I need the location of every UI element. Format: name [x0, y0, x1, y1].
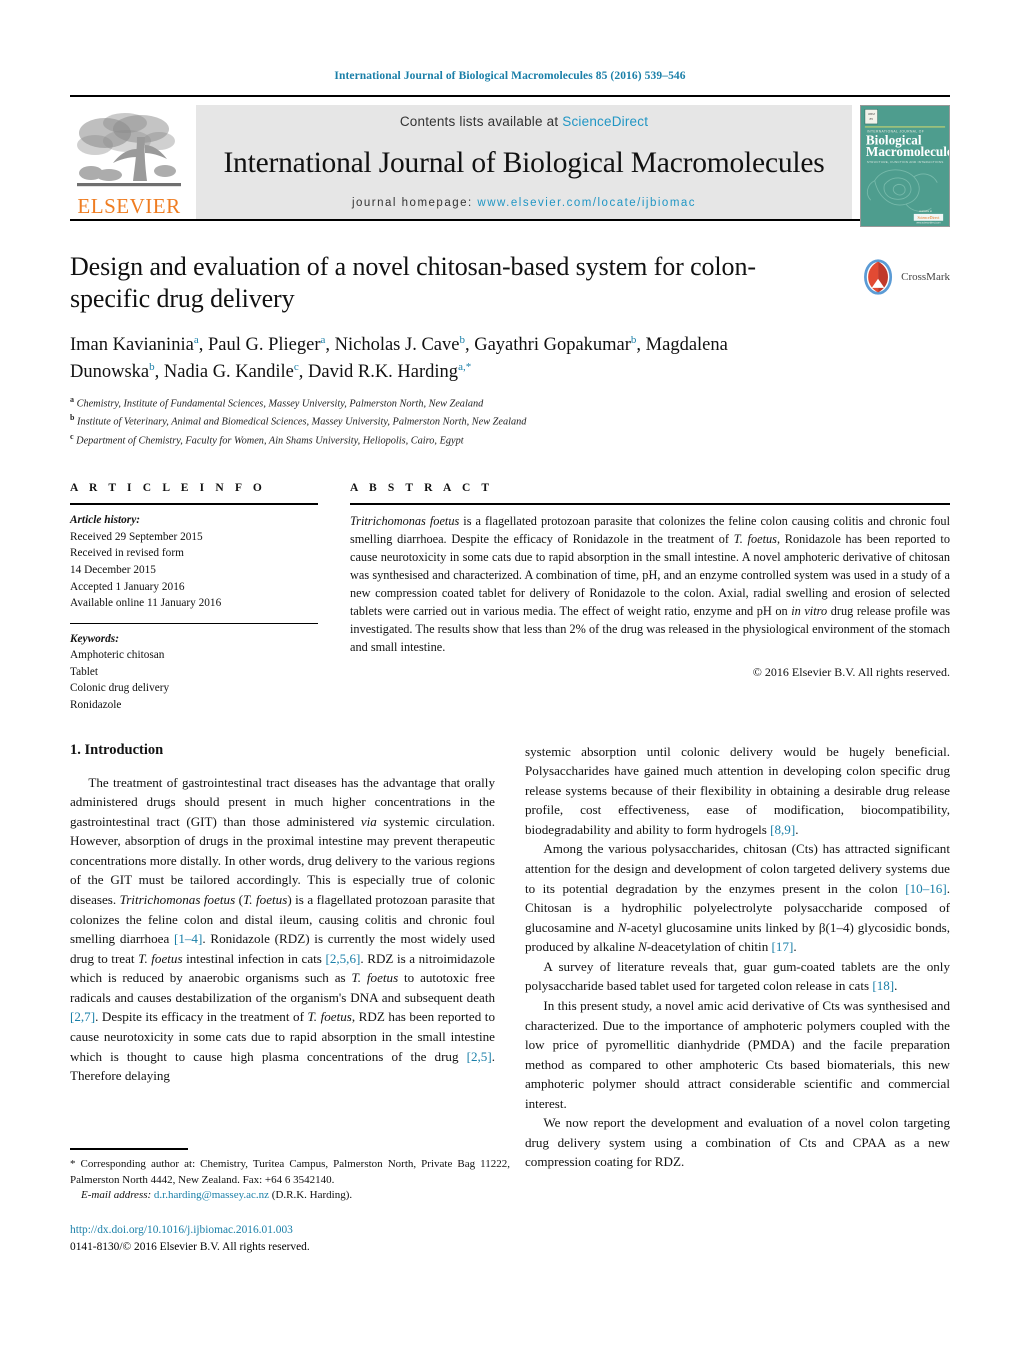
keyword-item: Tablet — [70, 665, 99, 678]
page-title: Design and evaluation of a novel chitosa… — [70, 252, 756, 314]
footnote-text: * Corresponding author at: Chemistry, Tu… — [70, 1157, 510, 1204]
svg-text:Macromolecules: Macromolecules — [866, 144, 949, 159]
paragraph: We now report the development and evalua… — [525, 1115, 950, 1170]
abstract-column: A B S T R A C T Tritrichomonas foetus is… — [350, 482, 950, 714]
keyword-item: Amphoteric chitosan — [70, 649, 165, 662]
affiliation-a: a Chemistry, Institute of Fundamental Sc… — [70, 394, 950, 412]
journal-band: Contents lists available at ScienceDirec… — [196, 105, 852, 219]
homepage-url-link[interactable]: www.elsevier.com/locate/ijbiomac — [477, 197, 696, 209]
journal-masthead: ELSEVIER Contents lists available at Sci… — [70, 95, 950, 227]
crossmark-label: CrossMark — [901, 271, 950, 283]
issn-copyright-line: 0141-8130/© 2016 Elsevier B.V. All right… — [70, 1240, 310, 1253]
crossmark-badge[interactable]: CrossMark — [860, 253, 950, 301]
paragraph: Among the various polysaccharides, chito… — [525, 841, 950, 955]
affiliation-text-b: Institute of Veterinary, Animal and Biom… — [77, 416, 527, 428]
affiliation-marker-b: b — [70, 413, 75, 423]
article-info-column: A R T I C L E I N F O Article history: R… — [70, 482, 318, 714]
author-list: Iman Kavianiniaa, Paul G. Pliegera, Nich… — [70, 334, 728, 382]
body-column-left: 1. Introduction The treatment of gastroi… — [70, 742, 495, 1172]
elsevier-wordmark: ELSEVIER — [77, 194, 181, 218]
running-head: International Journal of Biological Macr… — [334, 70, 686, 82]
article-history-group: Article history: Received 29 September 2… — [70, 505, 318, 623]
masthead-bottom-rule — [70, 219, 950, 221]
keywords-group: Keywords: Amphoteric chitosan Tablet Col… — [70, 624, 318, 714]
paragraph: The treatment of gastrointestinal tract … — [70, 774, 496, 1084]
paragraph: systemic absorption until colonic delive… — [525, 743, 950, 837]
affiliation-b: b Institute of Veterinary, Animal and Bi… — [70, 412, 950, 430]
svg-text:STRUCTURE, FUNCTION AND INTERA: STRUCTURE, FUNCTION AND INTERACTIONS — [867, 160, 944, 164]
journal-title: International Journal of Biological Macr… — [223, 146, 825, 179]
affiliation-marker-a: a — [70, 395, 74, 404]
abstract-heading: A B S T R A C T — [350, 482, 494, 495]
title-block: Design and evaluation of a novel chitosa… — [70, 251, 950, 449]
affiliation-text-a: Chemistry, Institute of Fundamental Scie… — [76, 398, 484, 410]
affiliation-marker-c: c — [70, 431, 74, 441]
contents-available-line: Contents lists available at ScienceDirec… — [400, 114, 648, 129]
history-item: 14 December 2015 — [70, 563, 156, 576]
keyword-item: Colonic drug delivery — [70, 682, 170, 695]
info-abstract-region: A R T I C L E I N F O Article history: R… — [70, 482, 950, 714]
history-item: Accepted 1 January 2016 — [70, 580, 185, 593]
affiliation-text-c: Department of Chemistry, Faculty for Wom… — [76, 435, 464, 447]
paragraph: In this present study, a novel amic acid… — [525, 997, 950, 1111]
paragraph: A survey of literature reveals that, gua… — [525, 958, 950, 994]
corresponding-author-footnote: * Corresponding author at: Chemistry, Tu… — [70, 1148, 510, 1204]
email-address-owner: (D.R.K. Harding). — [271, 1189, 353, 1202]
keyword-item: Ronidazole — [70, 699, 122, 712]
svg-text:www.sciencedirect.com: www.sciencedirect.com — [916, 222, 940, 225]
affiliation-c: c Department of Chemistry, Faculty for W… — [70, 431, 950, 449]
doi-block: http://dx.doi.org/10.1016/j.ijbiomac.201… — [70, 1222, 530, 1255]
article-history-label: Article history: — [70, 514, 140, 527]
elsevier-logo: ELSEVIER — [70, 105, 188, 219]
article-info-heading: A R T I C L E I N F O — [70, 482, 266, 495]
svg-text:ScienceDirect: ScienceDirect — [918, 216, 941, 220]
email-address-link[interactable]: d.r.harding@massey.ac.nz — [154, 1189, 269, 1201]
elsevier-tree-icon — [77, 113, 181, 187]
footnote-rule — [70, 1148, 188, 1150]
email-address-label: E-mail address: — [81, 1189, 152, 1202]
history-item: Available online 11 January 2016 — [70, 597, 222, 610]
sciencedirect-link[interactable]: ScienceDirect — [562, 114, 648, 129]
corresponding-author-note: * Corresponding author at: Chemistry, Tu… — [70, 1158, 510, 1186]
abstract-text: Tritrichomonas foetus is a flagellated p… — [350, 514, 951, 654]
doi-link[interactable]: http://dx.doi.org/10.1016/j.ijbiomac.201… — [70, 1222, 530, 1239]
contents-prefix: Contents lists available at — [399, 114, 559, 129]
crossmark-icon — [864, 259, 893, 295]
article-page: International Journal of Biological Macr… — [0, 0, 1020, 1351]
svg-text:IJBM: IJBM — [868, 112, 875, 116]
abstract-copyright: © 2016 Elsevier B.V. All rights reserved… — [752, 664, 950, 679]
affiliation-list: a Chemistry, Institute of Fundamental Sc… — [70, 394, 950, 449]
body-columns: 1. Introduction The treatment of gastroi… — [70, 742, 950, 1172]
keywords-label: Keywords: — [70, 632, 119, 645]
svg-text:available at: available at — [919, 210, 932, 213]
body-column-right: systemic absorption until colonic delive… — [525, 742, 950, 1172]
homepage-label: journal homepage: — [351, 197, 473, 209]
history-item: Received in revised form — [70, 547, 184, 560]
journal-cover-thumbnail: IJBM 85 INTERNATIONAL JOURNAL OF Biologi… — [860, 105, 950, 227]
history-item: Received 29 September 2015 — [70, 530, 203, 543]
journal-cover-art: IJBM 85 INTERNATIONAL JOURNAL OF Biologi… — [861, 106, 949, 226]
journal-homepage-line: journal homepage: www.elsevier.com/locat… — [352, 197, 696, 209]
section-heading-introduction: 1. Introduction — [70, 741, 164, 758]
svg-text:85: 85 — [870, 117, 874, 121]
